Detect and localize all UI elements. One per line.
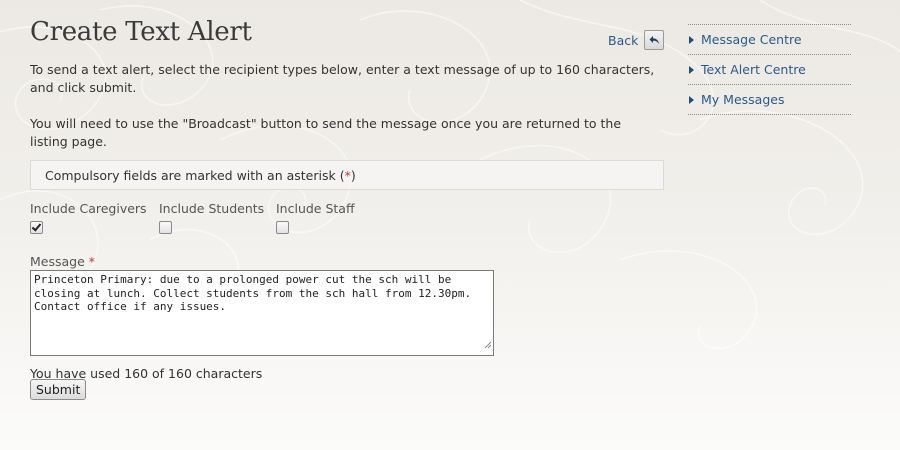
staff-checkbox[interactable] [276, 221, 289, 234]
message-label: Message * [30, 254, 95, 269]
page-title: Create Text Alert [30, 17, 252, 47]
caret-right-icon [689, 65, 694, 74]
recipient-checkboxes: Include Caregivers Include Students Incl… [30, 202, 386, 234]
message-textarea[interactable]: Princeton Primary: due to a prolonged po… [30, 270, 494, 356]
sidebar-item-message-centre[interactable]: Message Centre [688, 25, 851, 55]
intro-text: To send a text alert, select the recipie… [30, 62, 655, 95]
staff-label: Include Staff [276, 201, 355, 216]
caret-right-icon [689, 35, 694, 44]
caregivers-checkbox[interactable] [30, 221, 43, 234]
sidebar-item-label: My Messages [701, 92, 785, 107]
sidebar-item-label: Text Alert Centre [701, 62, 806, 77]
recipient-staff: Include Staff [276, 202, 386, 234]
sidebar-item-my-messages[interactable]: My Messages [688, 85, 851, 115]
students-checkbox[interactable] [159, 221, 172, 234]
resize-grip-icon[interactable] [484, 341, 492, 349]
notice-text: Compulsory fields are marked with an ast… [45, 167, 345, 183]
caret-right-icon [689, 95, 694, 104]
recipient-students: Include Students [159, 202, 276, 234]
reply-arrow-icon [649, 36, 659, 44]
recipient-caregivers: Include Caregivers [30, 202, 159, 234]
students-label: Include Students [159, 201, 265, 216]
broadcast-note: You will need to use the "Broadcast" but… [30, 116, 622, 149]
message-label-text: Message [30, 254, 85, 269]
notice-close-paren: ) [350, 167, 356, 183]
back-link[interactable]: Back [608, 33, 638, 48]
back-control: Back [608, 30, 665, 50]
message-required-marker: * [88, 254, 96, 269]
back-button[interactable] [644, 30, 665, 50]
submit-button[interactable]: Submit [30, 379, 87, 400]
sidebar-nav: Message Centre Text Alert Centre My Mess… [688, 24, 851, 115]
sidebar-item-text-alert-centre[interactable]: Text Alert Centre [688, 55, 851, 85]
compulsory-fields-notice: Compulsory fields are marked with an ast… [30, 160, 664, 190]
caregivers-label: Include Caregivers [30, 201, 147, 216]
sidebar-item-label: Message Centre [701, 32, 802, 47]
